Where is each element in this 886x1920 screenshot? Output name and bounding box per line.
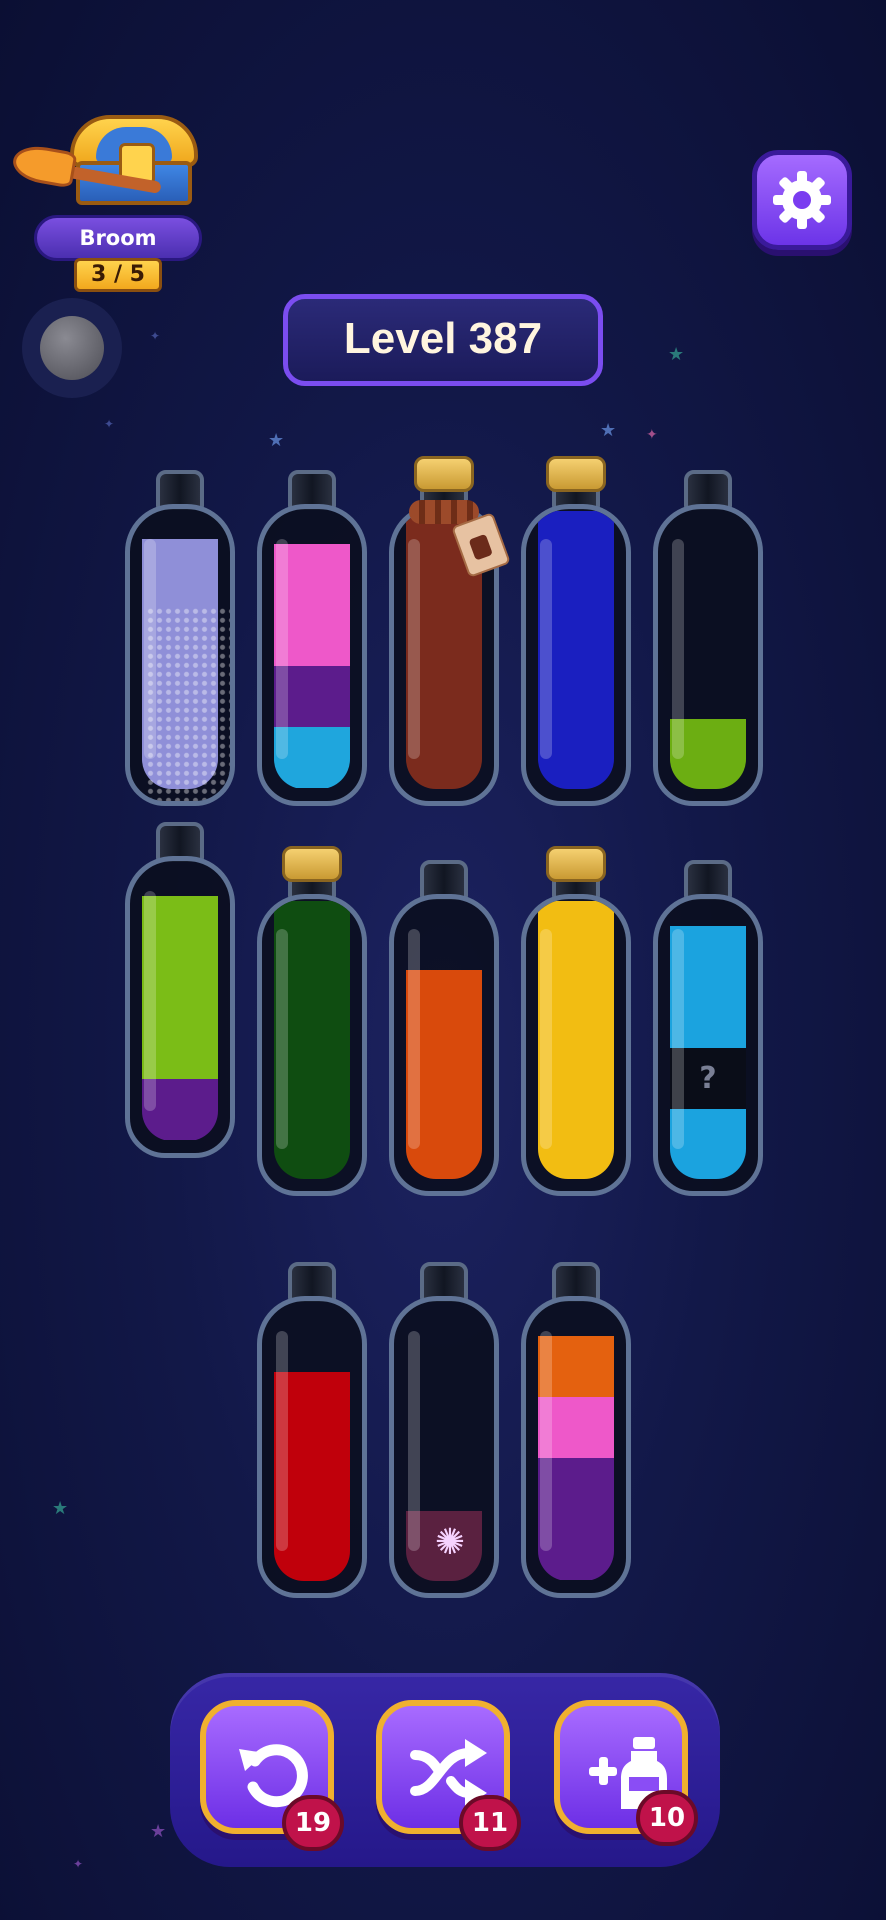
bottle-12[interactable]: ✺ (389, 1262, 499, 1604)
bottle-5[interactable] (653, 470, 763, 812)
bottle-glass (125, 504, 235, 806)
glass-shine (672, 929, 684, 1149)
glass-shine (540, 1331, 552, 1551)
bottle-glass (257, 894, 367, 1196)
star-icon: ★ (600, 420, 617, 441)
bottle-2[interactable] (257, 470, 367, 812)
bottle-8[interactable] (389, 860, 499, 1202)
broom-streak-widget[interactable]: Broom Streak 3 / 5 (10, 115, 218, 305)
glass-shine (276, 539, 288, 759)
cork-icon (282, 846, 342, 882)
add-bottle-count-badge: 10 (636, 1790, 698, 1846)
magic-swirl-icon: ✺ (434, 1522, 466, 1563)
glass-shine (672, 539, 684, 759)
joystick-button[interactable] (22, 298, 122, 398)
bottle-glass (257, 1296, 367, 1598)
bottle-7[interactable] (257, 846, 367, 1202)
cork-icon (546, 846, 606, 882)
star-icon: ✦ (646, 427, 658, 443)
glass-shine (408, 539, 420, 759)
star-icon: ✦ (104, 417, 115, 431)
bottle-glass: ? (653, 894, 763, 1196)
settings-button[interactable] (752, 150, 852, 250)
bottle-glass (389, 894, 499, 1196)
star-icon: ★ (150, 1821, 167, 1842)
undo-count-badge: 19 (282, 1795, 344, 1851)
bottle-glass (125, 856, 235, 1158)
glass-shine (144, 891, 156, 1111)
cork-icon (546, 456, 606, 492)
star-icon: ★ (52, 1498, 69, 1519)
bottle-9[interactable] (521, 846, 631, 1202)
gear-icon (773, 171, 831, 229)
level-title: Level 387 (283, 294, 603, 386)
bottle-glass: ✺ (389, 1296, 499, 1598)
bottle-glass (521, 1296, 631, 1598)
star-icon: ★ (668, 344, 685, 365)
broom-streak-count: 3 / 5 (74, 258, 162, 292)
glass-shine (408, 1331, 420, 1551)
glass-shine (540, 929, 552, 1149)
glass-shine (276, 1331, 288, 1551)
bottle-1[interactable] (125, 470, 235, 812)
shuffle-count-badge: 11 (459, 1795, 521, 1851)
bottle-glass (521, 504, 631, 806)
bottle-4[interactable] (521, 456, 631, 812)
bottle-3[interactable] (389, 456, 511, 812)
star-icon: ★ (268, 430, 285, 451)
star-icon: ✦ (150, 329, 161, 343)
bottle-glass (521, 894, 631, 1196)
star-icon: ✦ (73, 1857, 84, 1871)
bottle-11[interactable] (257, 1262, 367, 1604)
bottle-glass (257, 504, 367, 806)
broom-streak-label: Broom Streak (34, 215, 202, 290)
bottle-6[interactable] (125, 822, 235, 1164)
bottle-glass (653, 504, 763, 806)
cork-icon (414, 456, 474, 492)
glass-shine (408, 929, 420, 1149)
bottle-13[interactable] (521, 1262, 631, 1604)
glass-shine (276, 929, 288, 1149)
sparkle-effect (146, 605, 230, 801)
bottle-10[interactable]: ? (653, 860, 763, 1202)
glass-shine (540, 539, 552, 759)
